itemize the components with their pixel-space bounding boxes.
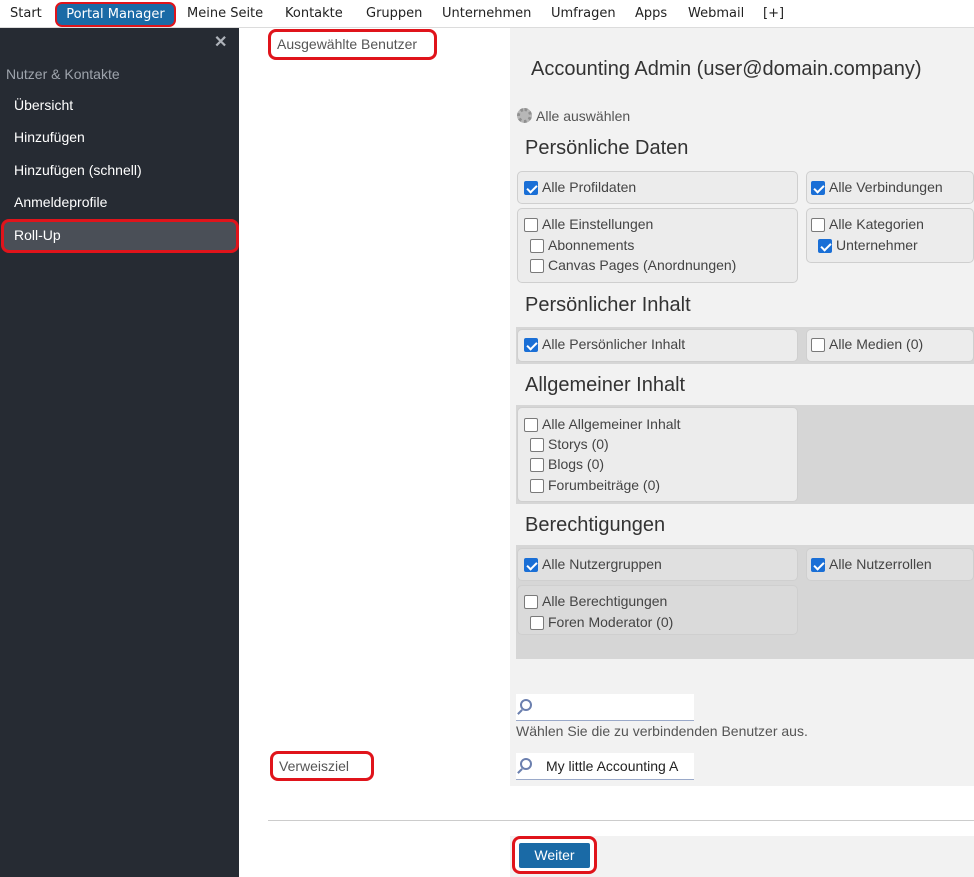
nav-start[interactable]: Start: [10, 6, 42, 21]
section-personal-data: Persönliche Daten: [525, 137, 689, 159]
sidebar-item-anmeldeprofile[interactable]: Anmeldeprofile: [14, 194, 107, 210]
checkbox-label: Alle Kategorien: [829, 216, 924, 232]
divider: [268, 820, 974, 821]
checkbox-forum-moderator[interactable]: Foren Moderator (0): [530, 614, 673, 630]
checkbox-label: Blogs (0): [548, 456, 605, 472]
checkbox-label: Alle Berechtigungen: [542, 593, 668, 609]
close-icon[interactable]: ✕: [214, 32, 227, 52]
sidebar-heading: Nutzer & Kontakte: [6, 66, 120, 82]
checkbox-label: Alle Nutzerrollen: [829, 556, 932, 572]
select-all-link[interactable]: Alle auswählen: [517, 108, 630, 124]
checkbox-unchecked[interactable]: [530, 616, 544, 630]
nav-meine-seite[interactable]: Meine Seite: [187, 6, 263, 21]
nav-gruppen[interactable]: Gruppen: [366, 6, 422, 21]
checkbox-label: Alle Persönlicher Inhalt: [542, 336, 686, 352]
checkbox-forum-posts[interactable]: Forumbeiträge (0): [530, 477, 660, 493]
sidebar-item-uebersicht[interactable]: Übersicht: [14, 97, 73, 113]
checkbox-label: Alle Nutzergruppen: [542, 556, 662, 572]
checkbox-unchecked[interactable]: [811, 218, 825, 232]
checkbox-label: Alle Verbindungen: [829, 179, 943, 195]
checkbox-label: Alle Medien (0): [829, 336, 924, 352]
checkbox-blogs[interactable]: Blogs (0): [530, 456, 604, 472]
checkbox-label: Canvas Pages (Anordnungen): [548, 257, 737, 273]
nav-umfragen[interactable]: Umfragen: [551, 6, 616, 21]
checkbox-all-personal-content[interactable]: Alle Persönlicher Inhalt: [524, 336, 685, 352]
checkbox-checked[interactable]: [524, 181, 538, 195]
checkbox-checked[interactable]: [524, 338, 538, 352]
checkbox-all-permissions[interactable]: Alle Berechtigungen: [524, 593, 667, 609]
checkbox-canvas-pages[interactable]: Canvas Pages (Anordnungen): [530, 257, 736, 273]
nav-webmail[interactable]: Webmail: [688, 6, 744, 21]
top-navigation: Start Portal Manager Meine Seite Kontakt…: [0, 0, 974, 28]
search-icon: [520, 699, 532, 711]
checkbox-label: Abonnements: [548, 237, 635, 253]
checkbox-all-general-content[interactable]: Alle Allgemeiner Inhalt: [524, 416, 681, 432]
search-icon: [520, 758, 532, 770]
user-search-input[interactable]: [516, 694, 694, 721]
section-general-content: Allgemeiner Inhalt: [525, 374, 686, 396]
nav-unternehmen[interactable]: Unternehmen: [442, 6, 531, 21]
checkbox-checked[interactable]: [524, 558, 538, 572]
weiter-button-frame: Weiter: [512, 836, 597, 874]
checkbox-label: Alle Allgemeiner Inhalt: [542, 416, 681, 432]
section-personal-content: Persönlicher Inhalt: [525, 294, 691, 316]
checkbox-all-connections[interactable]: Alle Verbindungen: [811, 179, 943, 195]
nav-apps[interactable]: Apps: [635, 6, 667, 21]
checkbox-unchecked[interactable]: [811, 338, 825, 352]
nav-kontakte[interactable]: Kontakte: [285, 6, 343, 21]
section-permissions: Berechtigungen: [525, 514, 666, 536]
checkbox-checked[interactable]: [811, 181, 825, 195]
checkbox-all-categories[interactable]: Alle Kategorien: [811, 216, 924, 232]
sidebar-item-hinzufuegen-schnell[interactable]: Hinzufügen (schnell): [14, 162, 142, 178]
checkbox-label: Alle Einstellungen: [542, 216, 654, 232]
checkbox-entrepreneur[interactable]: Unternehmer: [818, 237, 918, 253]
checkbox-checked[interactable]: [811, 558, 825, 572]
checkbox-unchecked[interactable]: [524, 595, 538, 609]
checkbox-label: Unternehmer: [836, 237, 918, 253]
checkbox-all-user-groups[interactable]: Alle Nutzergruppen: [524, 556, 662, 572]
checkbox-unchecked[interactable]: [524, 218, 538, 232]
checkbox-label: Storys (0): [548, 436, 609, 452]
redirect-value: My little Accounting A: [546, 758, 679, 774]
selected-users-label: Ausgewählte Benutzer: [268, 29, 437, 60]
checkbox-stories[interactable]: Storys (0): [530, 436, 609, 452]
sidebar-item-hinzufuegen[interactable]: Hinzufügen: [14, 129, 85, 145]
checkbox-unchecked[interactable]: [530, 438, 544, 452]
checkbox-unchecked[interactable]: [530, 479, 544, 493]
checkbox-subscriptions[interactable]: Abonnements: [530, 237, 634, 253]
sidebar-item-roll-up[interactable]: Roll-Up: [1, 219, 239, 253]
checkbox-all-user-roles[interactable]: Alle Nutzerrollen: [811, 556, 932, 572]
user-title: Accounting Admin (user@domain.company): [531, 58, 922, 80]
checkbox-unchecked[interactable]: [530, 458, 544, 472]
connect-hint: Wählen Sie die zu verbindenden Benutzer …: [516, 723, 808, 739]
checkbox-all-media[interactable]: Alle Medien (0): [811, 336, 923, 352]
sidebar: ✕ Nutzer & Kontakte Übersicht Hinzufügen…: [0, 28, 239, 877]
select-all-label: Alle auswählen: [536, 108, 631, 124]
weiter-button[interactable]: Weiter: [519, 843, 590, 868]
checkbox-unchecked[interactable]: [530, 239, 544, 253]
checkbox-label: Foren Moderator (0): [548, 614, 674, 630]
checkbox-all-profile[interactable]: Alle Profildaten: [524, 179, 636, 195]
redirect-search-input[interactable]: My little Accounting A: [516, 753, 694, 780]
redirect-label: Verweisziel: [270, 751, 374, 781]
gear-icon: [517, 108, 532, 123]
checkbox-all-settings[interactable]: Alle Einstellungen: [524, 216, 653, 232]
nav-portal-manager[interactable]: Portal Manager: [55, 2, 176, 27]
checkbox-unchecked[interactable]: [530, 259, 544, 273]
checkbox-label: Alle Profildaten: [542, 179, 637, 195]
checkbox-unchecked[interactable]: [524, 418, 538, 432]
checkbox-checked[interactable]: [818, 239, 832, 253]
checkbox-label: Forumbeiträge (0): [548, 477, 661, 493]
nav-more[interactable]: [+]: [763, 6, 784, 21]
